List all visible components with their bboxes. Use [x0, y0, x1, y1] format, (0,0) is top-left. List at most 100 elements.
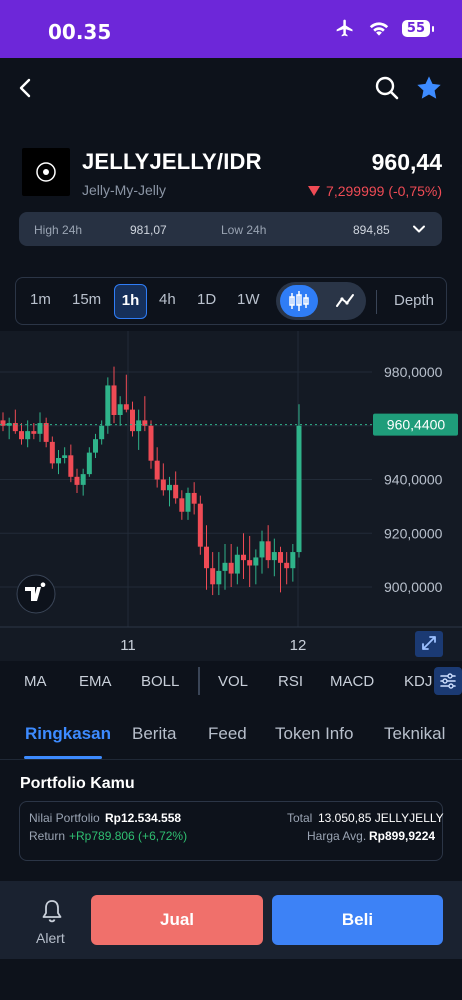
total-label: Total — [287, 811, 313, 825]
avg-price-value: Rp899,9224 — [369, 829, 436, 843]
tf-1d[interactable]: 1D — [197, 291, 216, 308]
airplane-icon — [336, 19, 353, 37]
candle-body — [191, 492, 197, 504]
candle-body — [160, 479, 166, 491]
line-chart-icon[interactable] — [328, 285, 362, 317]
y-tick-label: 900,0000 — [384, 579, 443, 595]
candle-body — [148, 425, 154, 461]
price-change-text: 7,299999 (-0,75%) — [326, 183, 442, 199]
candle-body — [197, 503, 203, 547]
candle-body — [123, 404, 129, 410]
fullscreen-icon[interactable] — [415, 631, 443, 657]
candle-body — [80, 474, 86, 485]
indicator-ema[interactable]: EMA — [79, 673, 112, 690]
avg-price-label: Harga Avg. — [307, 829, 367, 843]
top-navigation — [0, 58, 462, 118]
pair-subtitle: Jelly-My-Jelly — [82, 182, 166, 198]
wifi-icon — [369, 22, 389, 36]
divider — [198, 667, 200, 695]
candle-body — [86, 452, 92, 475]
divider — [376, 290, 377, 314]
tradingview-logo-icon[interactable] — [16, 574, 56, 614]
content-tabs: Ringkasan Berita Feed Token Info Teknika… — [0, 710, 462, 760]
portfolio-value-label: Nilai Portfolio — [29, 811, 100, 825]
status-bar: 00.35 55 — [0, 0, 462, 58]
tab-ringkasan[interactable]: Ringkasan — [25, 724, 111, 744]
candle-body — [290, 552, 296, 569]
candle-body — [253, 557, 259, 566]
candle-body — [271, 552, 277, 561]
down-triangle-icon — [308, 186, 321, 196]
y-tick-label: 980,0000 — [384, 364, 443, 380]
candle-body — [111, 385, 117, 415]
high-value: 981,07 — [130, 223, 167, 237]
active-tab-indicator — [24, 756, 102, 759]
candle-body — [179, 498, 185, 512]
candle-body — [296, 425, 302, 553]
candle-body — [204, 546, 209, 569]
candlestick-icon[interactable] — [280, 285, 318, 317]
candle-body — [25, 431, 31, 440]
chart-type-toggle — [276, 282, 366, 320]
candle-body — [130, 409, 135, 432]
candle-body — [19, 431, 24, 440]
candle-body — [265, 541, 271, 561]
timeframe-bar: 1m 15m 1h 4h 1D 1W Depth — [15, 277, 447, 325]
candle-body — [259, 541, 265, 558]
indicator-bar: MA EMA BOLL VOL RSI MACD KDJ — [0, 662, 462, 700]
pair-name: JELLYJELLY/IDR — [82, 149, 262, 174]
indicator-settings-icon[interactable] — [434, 667, 462, 695]
sell-button[interactable]: Jual — [91, 895, 263, 945]
indicator-macd[interactable]: MACD — [330, 673, 374, 690]
candle-body — [278, 552, 283, 563]
candle-body — [31, 431, 37, 434]
candle-body — [247, 560, 253, 566]
battery-icon: 55 — [401, 19, 435, 37]
x-tick-label: 11 — [120, 637, 136, 654]
candle-body — [234, 554, 240, 574]
last-price: 960,44 — [371, 149, 442, 175]
candle-body — [68, 455, 74, 477]
buy-button[interactable]: Beli — [272, 895, 443, 945]
indicator-rsi[interactable]: RSI — [278, 673, 303, 690]
candlestick-chart[interactable]: 980,0000960,0000940,0000920,0000900,0000… — [0, 331, 462, 661]
indicator-kdj[interactable]: KDJ — [404, 673, 432, 690]
candle-body — [284, 562, 290, 569]
tab-teknikal[interactable]: Teknikal — [384, 724, 445, 744]
low-label: Low 24h — [221, 223, 267, 237]
search-icon[interactable] — [374, 75, 400, 101]
back-icon[interactable] — [14, 76, 38, 100]
last-price-tag-label: 960,4400 — [387, 417, 446, 433]
return-label: Return — [29, 829, 66, 843]
tab-berita[interactable]: Berita — [132, 724, 176, 744]
tf-1m[interactable]: 1m — [30, 291, 51, 308]
candle-body — [222, 562, 228, 571]
portfolio-title: Portfolio Kamu — [20, 775, 135, 792]
indicator-boll[interactable]: BOLL — [141, 673, 179, 690]
tf-4h[interactable]: 4h — [159, 291, 176, 308]
tf-1w[interactable]: 1W — [237, 291, 260, 308]
depth-tab[interactable]: Depth — [394, 292, 434, 309]
candle-body — [105, 385, 111, 426]
tab-feed[interactable]: Feed — [208, 724, 247, 744]
bell-icon[interactable] — [39, 898, 65, 924]
low-value: 894,85 — [353, 223, 390, 237]
total-value: 13.050,85 JELLYJELLY — [318, 811, 444, 825]
alert-label[interactable]: Alert — [36, 930, 65, 946]
candle-body — [74, 476, 80, 485]
candle-body — [241, 554, 246, 561]
high-low-bar[interactable]: High 24h 981,07 Low 24h 894,85 — [19, 212, 442, 246]
candle-body — [62, 455, 68, 458]
candle-body — [216, 570, 222, 585]
candle-body — [154, 460, 160, 480]
tf-15m[interactable]: 15m — [72, 291, 101, 308]
star-icon[interactable] — [415, 74, 443, 102]
token-logo — [22, 148, 70, 196]
indicator-ma[interactable]: MA — [24, 673, 47, 690]
candle-body — [99, 425, 105, 440]
chevron-down-icon[interactable] — [412, 222, 426, 236]
tf-1h[interactable]: 1h — [114, 284, 147, 319]
indicator-vol[interactable]: VOL — [218, 673, 248, 690]
price-chart[interactable]: 980,0000960,0000940,0000920,0000900,0000… — [0, 331, 462, 661]
tab-token-info[interactable]: Token Info — [275, 724, 353, 744]
